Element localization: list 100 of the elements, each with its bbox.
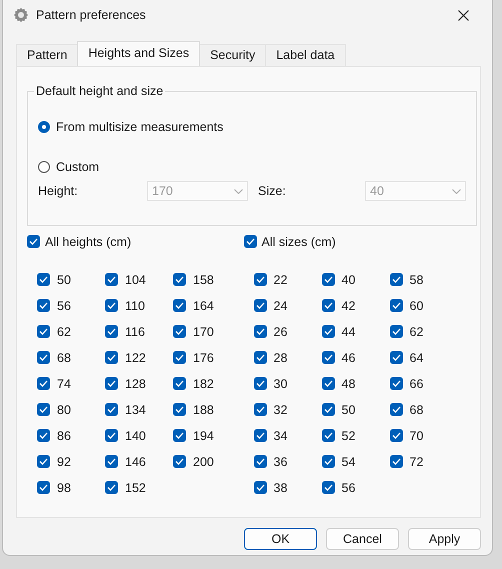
check-icon [39, 276, 48, 283]
checkbox[interactable]: 74 [37, 370, 105, 396]
check-icon [392, 328, 400, 335]
checkbox[interactable]: 24 [254, 292, 322, 318]
radio-button[interactable]: Custom [38, 160, 466, 174]
checkbox[interactable]: 50 [37, 266, 105, 292]
checkbox[interactable]: 58 [390, 266, 458, 292]
chevron-icon [452, 188, 461, 194]
checkbox[interactable]: 32 [254, 396, 322, 422]
checkbox[interactable]: 116 [105, 318, 173, 344]
checkbox[interactable]: 92 [37, 448, 105, 474]
checkbox[interactable]: 48 [322, 370, 390, 396]
checkbox[interactable]: 80 [37, 396, 105, 422]
checkbox[interactable]: 30 [254, 370, 322, 396]
check-icon [324, 406, 332, 413]
checkbox[interactable]: 128 [105, 370, 173, 396]
check-icon [324, 380, 332, 387]
check-icon [39, 432, 48, 439]
check-icon [256, 380, 264, 387]
dialog-button[interactable]: Apply [408, 528, 481, 550]
check-icon [175, 354, 184, 361]
check-icon [256, 276, 264, 283]
checkbox[interactable]: 110 [105, 292, 173, 318]
checkbox[interactable]: 200 [173, 448, 241, 474]
check-icon [175, 406, 184, 413]
checkbox[interactable]: 152 [105, 474, 173, 500]
checkbox[interactable]: 158 [173, 266, 241, 292]
field-label: Size: [258, 184, 286, 198]
checkbox[interactable]: 98 [37, 474, 105, 500]
check-icon [392, 354, 400, 361]
check-icon [324, 328, 332, 335]
check-icon [39, 380, 48, 387]
checkbox[interactable]: 72 [390, 448, 458, 474]
check-icon [324, 484, 332, 491]
check-icon [39, 484, 48, 491]
checkbox[interactable]: 140 [105, 422, 173, 448]
checkbox[interactable]: 134 [105, 396, 173, 422]
checkbox[interactable]: 60 [390, 292, 458, 318]
checkbox[interactable]: 44 [322, 318, 390, 344]
checkbox[interactable]: 54 [322, 448, 390, 474]
checkbox[interactable]: 104 [105, 266, 173, 292]
check-icon [392, 276, 400, 283]
group-title: Default height and size [35, 84, 164, 98]
checkbox[interactable]: 36 [254, 448, 322, 474]
gear-icon [13, 7, 29, 23]
checkbox[interactable]: 122 [105, 344, 173, 370]
check-icon [392, 458, 400, 465]
checkbox[interactable]: 26 [254, 318, 322, 344]
checkbox[interactable]: 194 [173, 422, 241, 448]
checkbox[interactable]: 182 [173, 370, 241, 396]
tab[interactable]: Label data [265, 44, 346, 66]
checkbox[interactable]: 62 [390, 318, 458, 344]
check-icon [392, 302, 400, 309]
checkbox[interactable]: 164 [173, 292, 241, 318]
check-icon [39, 406, 48, 413]
checkbox[interactable]: 64 [390, 344, 458, 370]
checkbox[interactable]: 176 [173, 344, 241, 370]
radio-button[interactable]: From multisize measurements [38, 120, 466, 134]
checkbox[interactable]: 68 [390, 396, 458, 422]
check-icon [107, 380, 116, 387]
checkbox[interactable]: 66 [390, 370, 458, 396]
checkbox[interactable]: 50 [322, 396, 390, 422]
checkbox[interactable]: 38 [254, 474, 322, 500]
check-icon [107, 328, 116, 335]
check-icon [39, 328, 48, 335]
tab[interactable]: Pattern [16, 44, 78, 66]
tab[interactable]: Heights and Sizes [77, 41, 200, 66]
checkbox[interactable]: 146 [105, 448, 173, 474]
check-icon [324, 432, 332, 439]
check-icon [107, 406, 116, 413]
check-icon [256, 458, 264, 465]
select-all-checkbox[interactable]: All heights (cm) [27, 234, 132, 248]
check-icon [256, 302, 264, 309]
checkbox[interactable]: 40 [322, 266, 390, 292]
checkbox[interactable]: 28 [254, 344, 322, 370]
check-icon [256, 328, 264, 335]
close-icon[interactable] [458, 10, 469, 20]
checkbox[interactable]: 188 [173, 396, 241, 422]
check-icon [107, 484, 116, 491]
check-icon [324, 354, 332, 361]
dialog-button[interactable]: Cancel [326, 528, 399, 550]
checkbox[interactable]: 22 [254, 266, 322, 292]
check-icon [39, 354, 48, 361]
checkbox[interactable]: 70 [390, 422, 458, 448]
checkbox[interactable]: 46 [322, 344, 390, 370]
check-icon [256, 484, 264, 491]
chevron-icon [234, 188, 243, 194]
checkbox[interactable]: 68 [37, 344, 105, 370]
checkbox[interactable]: 86 [37, 422, 105, 448]
checkbox[interactable]: 34 [254, 422, 322, 448]
check-icon [107, 276, 116, 283]
check-icon [256, 354, 264, 361]
checkbox[interactable]: 56 [322, 474, 390, 500]
dialog-button[interactable]: OK [244, 528, 317, 550]
checkbox[interactable]: 42 [322, 292, 390, 318]
checkbox[interactable]: 62 [37, 318, 105, 344]
checkbox[interactable]: 170 [173, 318, 241, 344]
checkbox[interactable]: 56 [37, 292, 105, 318]
select-all-checkbox[interactable]: All sizes (cm) [244, 234, 336, 248]
checkbox[interactable]: 52 [322, 422, 390, 448]
